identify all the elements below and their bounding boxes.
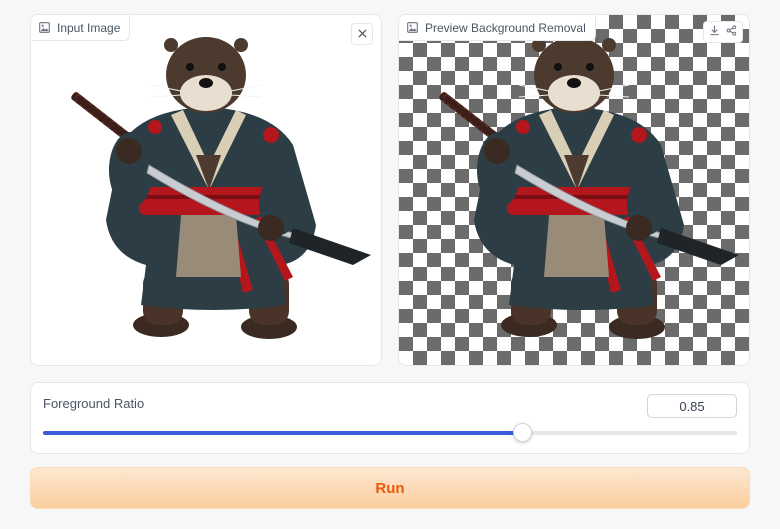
preview-label: Preview Background Removal xyxy=(425,20,586,35)
slider-fill xyxy=(43,431,522,435)
preview-background-removal-panel: Preview Background Removal xyxy=(398,14,750,366)
foreground-ratio-control: Foreground Ratio 0.85 xyxy=(30,382,750,454)
close-icon xyxy=(357,25,367,43)
input-image-label-tag: Input Image xyxy=(31,15,131,41)
slider-thumb[interactable] xyxy=(512,423,532,442)
preview-actions xyxy=(703,21,743,43)
input-image-label: Input Image xyxy=(57,20,121,35)
run-button[interactable]: Run xyxy=(30,467,750,509)
download-icon[interactable] xyxy=(709,23,720,41)
foreground-ratio-slider[interactable] xyxy=(43,423,737,442)
image-icon xyxy=(407,22,418,33)
input-image-panel[interactable]: Input Image xyxy=(30,14,382,366)
preview-otter-image xyxy=(435,36,740,340)
share-icon[interactable] xyxy=(726,23,737,41)
input-otter-image xyxy=(67,36,372,340)
preview-label-tag: Preview Background Removal xyxy=(399,15,596,41)
foreground-ratio-label: Foreground Ratio xyxy=(43,396,145,411)
clear-image-button[interactable] xyxy=(351,23,373,45)
foreground-ratio-input[interactable]: 0.85 xyxy=(647,394,737,418)
image-icon xyxy=(39,22,50,33)
